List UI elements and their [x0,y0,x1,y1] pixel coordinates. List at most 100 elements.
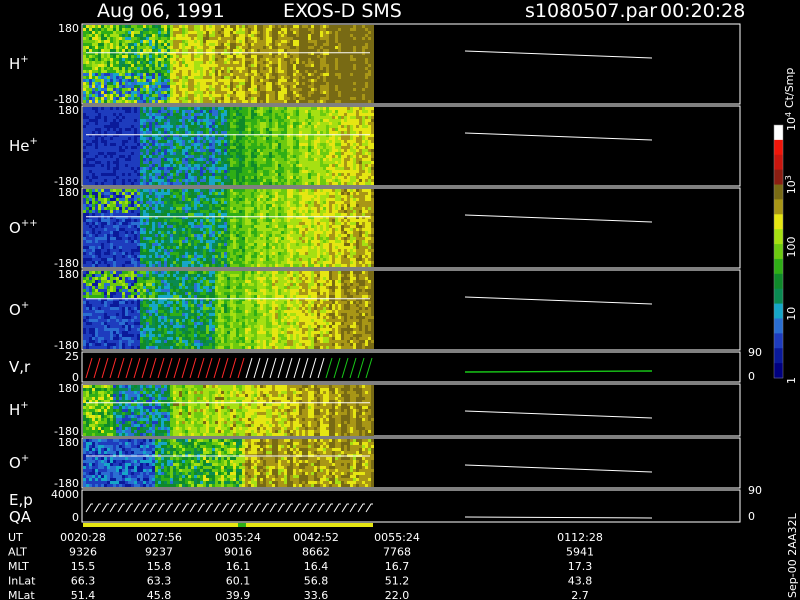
spectrogram-cell [323,161,326,164]
spectrogram-cell [269,182,272,185]
spectrogram-cell [191,25,194,28]
spectrogram-cell [194,46,197,49]
spectrogram-cell [260,25,263,28]
spectrogram-cell [92,43,95,46]
spectrogram-cell [350,100,353,103]
spectrogram-cell [311,146,314,149]
spectrogram-cell [227,79,230,82]
spectrogram-cell [239,125,242,128]
spectrogram-cell [257,125,260,128]
spectrogram-cell [278,173,281,176]
spectrogram-cell [248,116,251,119]
spectrogram-cell [344,131,347,134]
spectrogram-cell [158,76,161,79]
spectrogram-cell [338,146,341,149]
spectrogram-cell [128,119,131,122]
spectrogram-cell [83,164,86,167]
spectrogram-cell [320,46,323,49]
spectrogram-cell [224,149,227,152]
spectrogram-cell [206,167,209,170]
spectrogram-cell [104,143,107,146]
spectrogram-cell [350,28,353,31]
spectrogram-cell [338,152,341,155]
spectrogram-cell [305,67,308,70]
spectrogram-cell [113,79,116,82]
spectrogram-cell [236,58,239,61]
spectrogram-cell [83,152,86,155]
spectrogram-cell [275,79,278,82]
spectrogram-cell [194,110,197,113]
spectrogram-cell [308,131,311,134]
spectrogram-cell [266,64,269,67]
spectrogram-cell [89,61,92,64]
spectrogram-cell [143,122,146,125]
spectrogram-cell [107,34,110,37]
spectrogram-cell [164,107,167,110]
spectrogram-cell [182,82,185,85]
spectrogram-cell [224,182,227,185]
spectrogram-cell [287,173,290,176]
spectrogram-cell [359,149,362,152]
spectrogram-cell [173,79,176,82]
spectrogram-cell [158,46,161,49]
spectrogram-cell [86,110,89,113]
spectrogram-cell [116,155,119,158]
spectrogram-cell [197,143,200,146]
spectrogram-cell [254,131,257,134]
spectrogram-cell [164,70,167,73]
spectrogram-cell [86,122,89,125]
spectrogram-cell [329,173,332,176]
spectrogram-cell [218,110,221,113]
spectrogram-cell [323,97,326,100]
spectrogram-cell [119,164,122,167]
spectrogram-cell [191,31,194,34]
spectrogram-cell [209,155,212,158]
spectrogram-cell [245,179,248,182]
spectrogram-cell [188,149,191,152]
spectrogram-cell [209,152,212,155]
spectrogram-cell [332,125,335,128]
spectrogram-cell [362,161,365,164]
spectrogram-cell [152,100,155,103]
spectrogram-cell [83,43,86,46]
spectrogram-cell [230,94,233,97]
spectrogram-cell [194,161,197,164]
spectrogram-cell [347,64,350,67]
spectrogram-cell [356,161,359,164]
spectrogram-cell [323,31,326,34]
spectrogram-cell [269,100,272,103]
spectrogram-cell [179,40,182,43]
spectrogram-cell [119,34,122,37]
spectrogram-cell [206,94,209,97]
spectrogram-cell [149,70,152,73]
spectrogram-cell [134,79,137,82]
spectrogram-cell [197,149,200,152]
spectrogram-cell [161,113,164,116]
spectrogram-cell [362,70,365,73]
spectrogram-cell [299,143,302,146]
spectrogram-cell [287,149,290,152]
spectrogram-cell [251,179,254,182]
spectrogram-cell [350,76,353,79]
spectrogram-cell [365,85,368,88]
spectrogram-cell [98,61,101,64]
spectrogram-cell [98,82,101,85]
spectrogram-cell [311,91,314,94]
spectrogram-cell [167,179,170,182]
spectrogram-cell [134,116,137,119]
spectrogram-cell [326,82,329,85]
spectrogram-cell [140,61,143,64]
spectrogram-cell [281,49,284,52]
spectrogram-cell [254,167,257,170]
spectrogram-cell [329,58,332,61]
spectrogram-cell [275,46,278,49]
spectrogram-cell [173,167,176,170]
spectrogram-cell [248,107,251,110]
spectrogram-cell [326,113,329,116]
spectrogram-cell [341,173,344,176]
spectrogram-cell [305,28,308,31]
spectrogram-cell [332,82,335,85]
spectrogram-cell [245,88,248,91]
spectrogram-cell [173,170,176,173]
spectrogram-cell [272,34,275,37]
